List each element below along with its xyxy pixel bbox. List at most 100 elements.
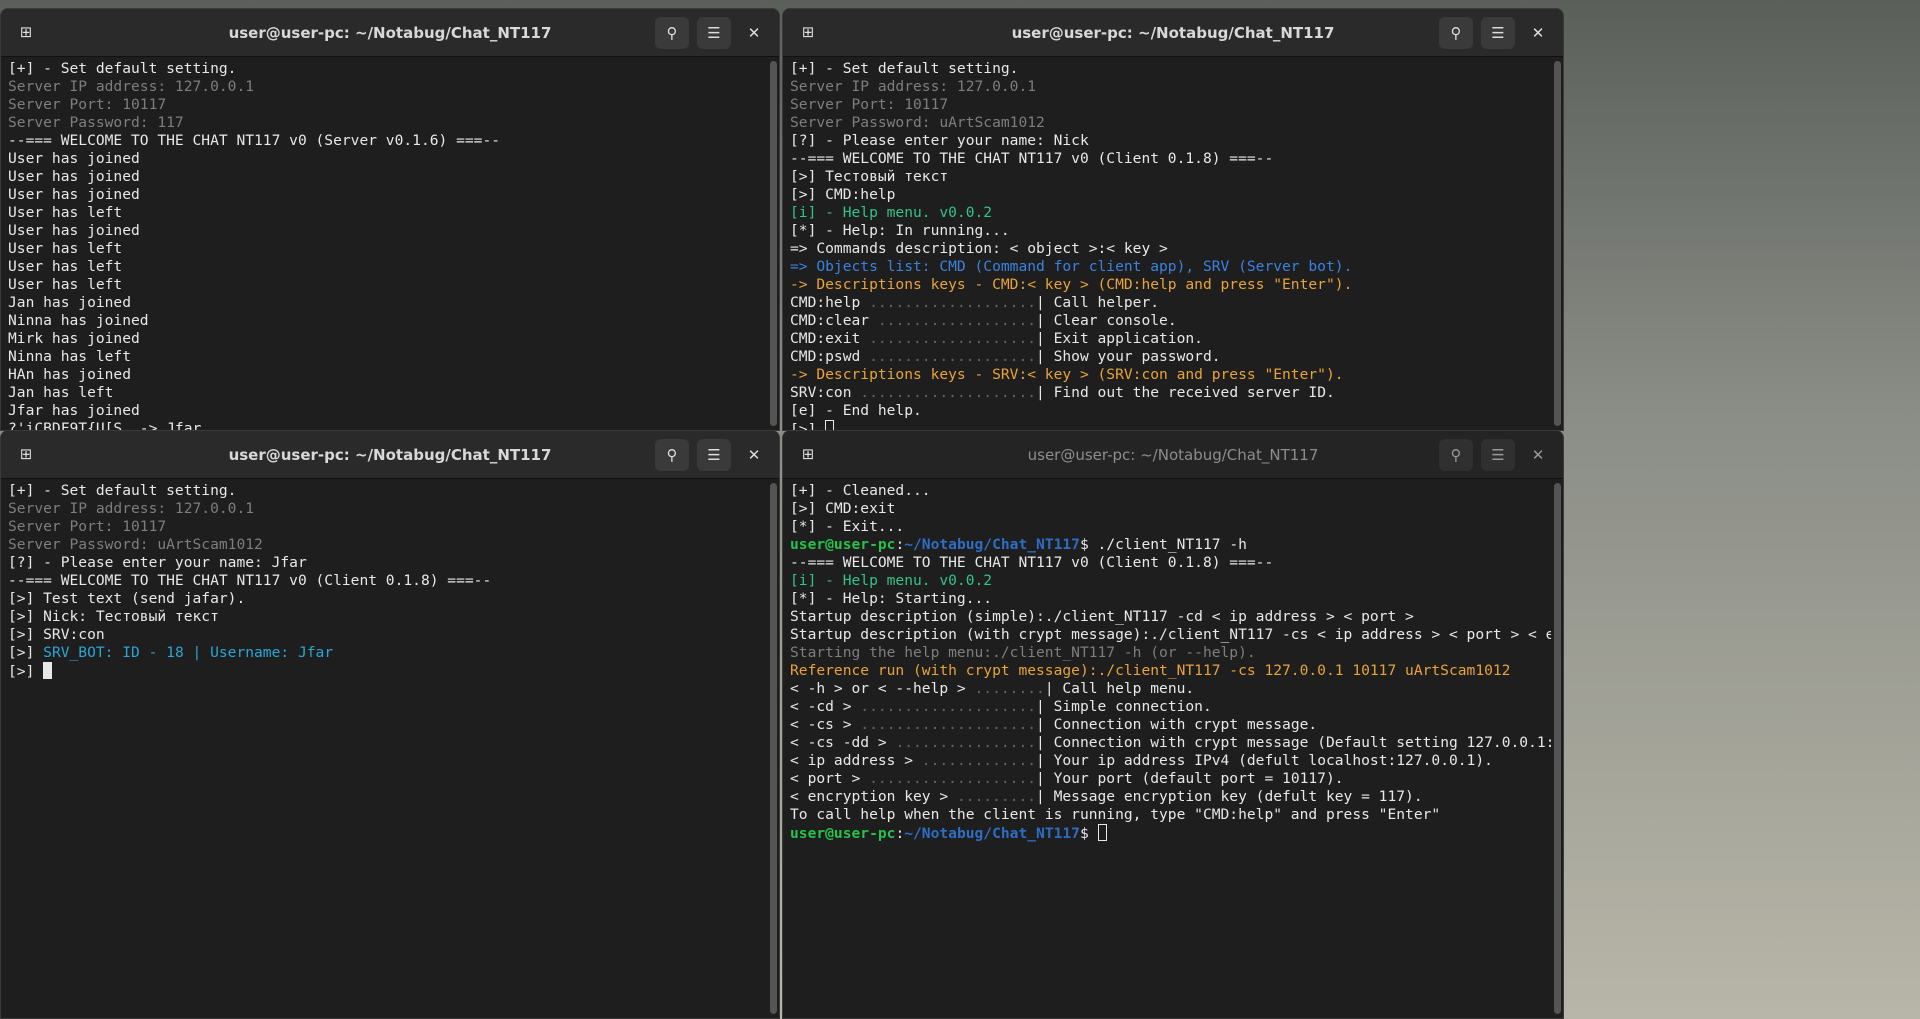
help-description: | Connection with crypt message (Default… [1036, 734, 1551, 751]
line-text: Server IP address: 127.0.0.1 [790, 78, 1037, 95]
text-cursor [43, 662, 53, 679]
scrollbar[interactable] [770, 61, 777, 426]
terminal-line: < ip address > .............| Your ip ad… [790, 752, 1544, 770]
line-text: [+] - Cleaned... [790, 482, 931, 499]
terminal-line: Starting the help menu:./client_NT117 -h… [790, 644, 1544, 662]
close-button[interactable]: ✕ [739, 439, 769, 471]
search-icon: ⚲ [1450, 23, 1462, 42]
terminal-line: CMD:clear ..................| Clear cons… [790, 312, 1544, 330]
prompt-separator: : [895, 825, 905, 842]
terminal-line: < encryption key > .........| Message en… [790, 788, 1544, 806]
terminal-line: [>] [790, 420, 1544, 430]
line-text: [>] Nick: Тестовый текст [8, 608, 219, 625]
help-dots: ............. [921, 752, 1037, 769]
close-icon: ✕ [747, 445, 761, 464]
terminal-line: [+] - Set default setting. [8, 60, 760, 78]
terminal-line: -> Descriptions keys - SRV:< key > (SRV:… [790, 366, 1544, 384]
line-text: Server Password: uArtScam1012 [790, 114, 1045, 131]
help-description: | Message encryption key (defult key = 1… [1036, 788, 1423, 805]
terminal-window-bottom-right[interactable]: ⊞ user@user-pc: ~/Notabug/Chat_NT117 ⚲ ☰… [782, 430, 1564, 1019]
help-key: < ip address > [790, 752, 922, 769]
help-description: | Show your password. [1036, 348, 1221, 365]
menu-button[interactable]: ☰ [697, 17, 731, 49]
terminal-output[interactable]: [+] - Set default setting. Server IP addr… [1, 479, 767, 1018]
line-text: => Objects list: CMD (Command for client… [790, 258, 1353, 275]
help-description: | Exit application. [1036, 330, 1203, 347]
line-text: [>] SRV:con [8, 626, 105, 643]
scrollbar[interactable] [770, 483, 777, 1014]
new-tab-button[interactable]: ⊞ [9, 17, 43, 49]
terminal-line: [*] - Help: In running... [790, 222, 1544, 240]
line-text: Server Port: 10117 [790, 96, 949, 113]
line-text: User has joined [8, 150, 140, 167]
help-dots: ................ [895, 734, 1037, 751]
line-text: Ninna has left [8, 348, 132, 365]
new-tab-button[interactable]: ⊞ [791, 439, 825, 471]
new-tab-button[interactable]: ⊞ [791, 17, 825, 49]
terminal-line: Server Password: 117 [8, 114, 760, 132]
terminal-line: User has joined [8, 222, 760, 240]
menu-button[interactable]: ☰ [1481, 439, 1515, 471]
terminal-line: User has left [8, 258, 760, 276]
line-text: ?'iCBDF9T{U[S -> Jfar [8, 420, 202, 430]
terminal-line: [+] - Cleaned... [790, 482, 1544, 500]
line-text: SRV_BOT: ID - 18 | Username: Jfar [43, 644, 334, 661]
line-text: [?] - Please enter your name: Jfar [8, 554, 307, 571]
terminal-line: < port > ...................| Your port … [790, 770, 1544, 788]
terminal-line: [>] Test text (send jafar). [8, 590, 760, 608]
terminal-output[interactable]: [+] - Set default setting. Server IP addr… [1, 57, 767, 430]
terminal-line: User has joined [8, 168, 760, 186]
terminal-line: Jfar has joined [8, 402, 760, 420]
close-icon: ✕ [1531, 23, 1545, 42]
close-button[interactable]: ✕ [1523, 439, 1553, 471]
terminal-line: HAn has joined [8, 366, 760, 384]
line-prefix: [>] [8, 644, 44, 661]
help-key: < -cs > [790, 716, 861, 733]
plus-square-icon: ⊞ [801, 23, 815, 41]
close-button[interactable]: ✕ [1523, 17, 1553, 49]
line-text: --=== WELCOME TO THE CHAT NT117 v0 (Clie… [790, 150, 1274, 167]
terminal-line: < -h > or < --help > ........| Call help… [790, 680, 1544, 698]
terminal-window-bottom-left[interactable]: ⊞ user@user-pc: ~/Notabug/Chat_NT117 ⚲ ☰… [0, 430, 780, 1019]
search-button[interactable]: ⚲ [1439, 439, 1473, 471]
line-text: [+] - Set default setting. [8, 60, 237, 77]
terminal-output[interactable]: [+] - Set default setting. Server IP addr… [783, 57, 1551, 430]
menu-button[interactable]: ☰ [1481, 17, 1515, 49]
help-description: | Call help menu. [1044, 680, 1195, 697]
new-tab-button[interactable]: ⊞ [9, 439, 43, 471]
terminal-line: < -cs -dd > ................| Connection… [790, 734, 1551, 752]
line-text: User has left [8, 240, 123, 257]
line-text: --=== WELCOME TO THE CHAT NT117 v0 (Clie… [8, 572, 492, 589]
terminal-line: --=== WELCOME TO THE CHAT NT117 v0 (Clie… [8, 572, 760, 590]
line-text: [>] CMD:exit [790, 500, 896, 517]
terminal-window-top-right[interactable]: ⊞ user@user-pc: ~/Notabug/Chat_NT117 ⚲ ☰… [782, 8, 1564, 431]
plus-square-icon: ⊞ [801, 445, 815, 463]
terminal-line: Startup description (simple):./client_NT… [790, 608, 1544, 626]
scrollbar[interactable] [1554, 483, 1561, 1014]
search-button[interactable]: ⚲ [1439, 17, 1473, 49]
hamburger-menu-icon: ☰ [707, 445, 721, 464]
prompt-user: user@user-pc [790, 536, 896, 553]
terminal-line: --=== WELCOME TO THE CHAT NT117 v0 (Clie… [790, 150, 1544, 168]
line-text: User has joined [8, 168, 140, 185]
line-text: Server Port: 10117 [8, 96, 167, 113]
line-text: [*] - Help: Starting... [790, 590, 993, 607]
search-button[interactable]: ⚲ [655, 17, 689, 49]
terminal-line: Ninna has left [8, 348, 760, 366]
terminal-line: [?] - Please enter your name: Jfar [8, 554, 760, 572]
terminal-output[interactable]: [+] - Cleaned... [>] CMD:exit [*] - Exit..… [783, 479, 1551, 1018]
terminal-line: --=== WELCOME TO THE CHAT NT117 v0 (Clie… [790, 554, 1544, 572]
terminal-line: SRV:con ....................| Find out t… [790, 384, 1544, 402]
menu-button[interactable]: ☰ [697, 439, 731, 471]
terminal-line: User has left [8, 204, 760, 222]
scrollbar[interactable] [1554, 61, 1561, 426]
terminal-line: To call help when the client is running,… [790, 806, 1544, 824]
terminal-window-top-left[interactable]: ⊞ user@user-pc: ~/Notabug/Chat_NT117 ⚲ ☰… [0, 8, 780, 431]
plus-square-icon: ⊞ [19, 23, 33, 41]
search-icon: ⚲ [666, 23, 678, 42]
terminal-line: User has joined [8, 150, 760, 168]
terminal-line: Server Port: 10117 [8, 96, 760, 114]
line-text: Mirk has joined [8, 330, 140, 347]
close-button[interactable]: ✕ [739, 17, 769, 49]
search-button[interactable]: ⚲ [655, 439, 689, 471]
